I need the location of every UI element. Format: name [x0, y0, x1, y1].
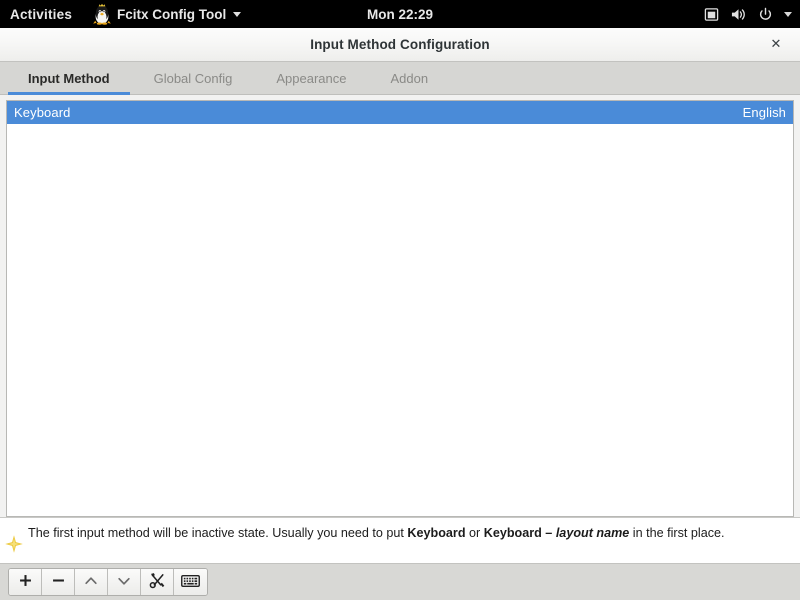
- remove-input-method-button[interactable]: [42, 569, 75, 595]
- tab-global-config[interactable]: Global Config: [132, 62, 255, 94]
- hint-text-part1: The first input method will be inactive …: [28, 526, 408, 540]
- activities-label: Activities: [10, 6, 73, 22]
- input-method-language: English: [742, 105, 786, 120]
- window-titlebar: Input Method Configuration ✕: [0, 28, 800, 62]
- tab-label: Appearance: [276, 70, 347, 86]
- hint-bold-keyboard: Keyboard: [407, 526, 466, 540]
- list-item[interactable]: Keyboard English: [7, 101, 793, 124]
- add-input-method-button[interactable]: [9, 569, 42, 595]
- app-menu-label: Fcitx Config Tool: [117, 6, 227, 22]
- bottom-toolbar: [0, 563, 800, 600]
- app-menu-button[interactable]: Fcitx Config Tool: [84, 0, 249, 28]
- tab-input-method[interactable]: Input Method: [6, 62, 132, 95]
- chevron-up-icon: [83, 573, 99, 592]
- tab-appearance[interactable]: Appearance: [254, 62, 368, 94]
- hint-text: The first input method will be inactive …: [26, 524, 731, 543]
- chevron-down-icon[interactable]: [784, 11, 792, 17]
- tools-icon: [149, 572, 166, 592]
- close-icon[interactable]: ✕: [764, 28, 788, 61]
- hint-text-part3: in the first place.: [629, 526, 725, 540]
- screen-icon[interactable]: [704, 7, 719, 22]
- input-method-list[interactable]: Keyboard English: [6, 100, 794, 517]
- chevron-down-icon: [233, 11, 242, 17]
- chevron-down-icon: [116, 573, 132, 592]
- plus-icon: [18, 573, 33, 591]
- input-method-configuration-window: Input Method Configuration ✕ Input Metho…: [0, 28, 800, 600]
- power-icon[interactable]: [758, 7, 773, 22]
- keyboard-icon: [181, 574, 200, 591]
- hint-italic-layout-name: layout name: [555, 526, 630, 540]
- hint-text-part2: or: [465, 526, 484, 540]
- gnome-top-bar: Activities Fcitx Config Tool Mon 22:29: [0, 0, 800, 28]
- configure-button[interactable]: [141, 569, 174, 595]
- activities-button[interactable]: Activities: [0, 0, 84, 28]
- hint-bold-keyboard-layout: Keyboard –: [483, 526, 556, 540]
- system-tray: [704, 0, 792, 28]
- tab-label: Addon: [390, 70, 429, 86]
- fcitx-penguin-icon: [92, 3, 112, 25]
- move-up-button[interactable]: [75, 569, 108, 595]
- move-down-button[interactable]: [108, 569, 141, 595]
- hint-bar: The first input method will be inactive …: [0, 517, 800, 563]
- keyboard-layout-button[interactable]: [174, 569, 207, 595]
- tab-label: Input Method: [28, 70, 110, 86]
- tab-bar: Input Method Global Config Appearance Ad…: [0, 62, 800, 95]
- minus-icon: [51, 573, 66, 591]
- input-method-name: Keyboard: [14, 105, 71, 120]
- page-title: Input Method Configuration: [310, 37, 490, 52]
- volume-icon[interactable]: [730, 7, 747, 22]
- sparkle-icon: [2, 532, 26, 556]
- tab-label: Global Config: [153, 70, 233, 86]
- tab-addon[interactable]: Addon: [369, 62, 451, 94]
- toolbar-button-group: [8, 568, 208, 596]
